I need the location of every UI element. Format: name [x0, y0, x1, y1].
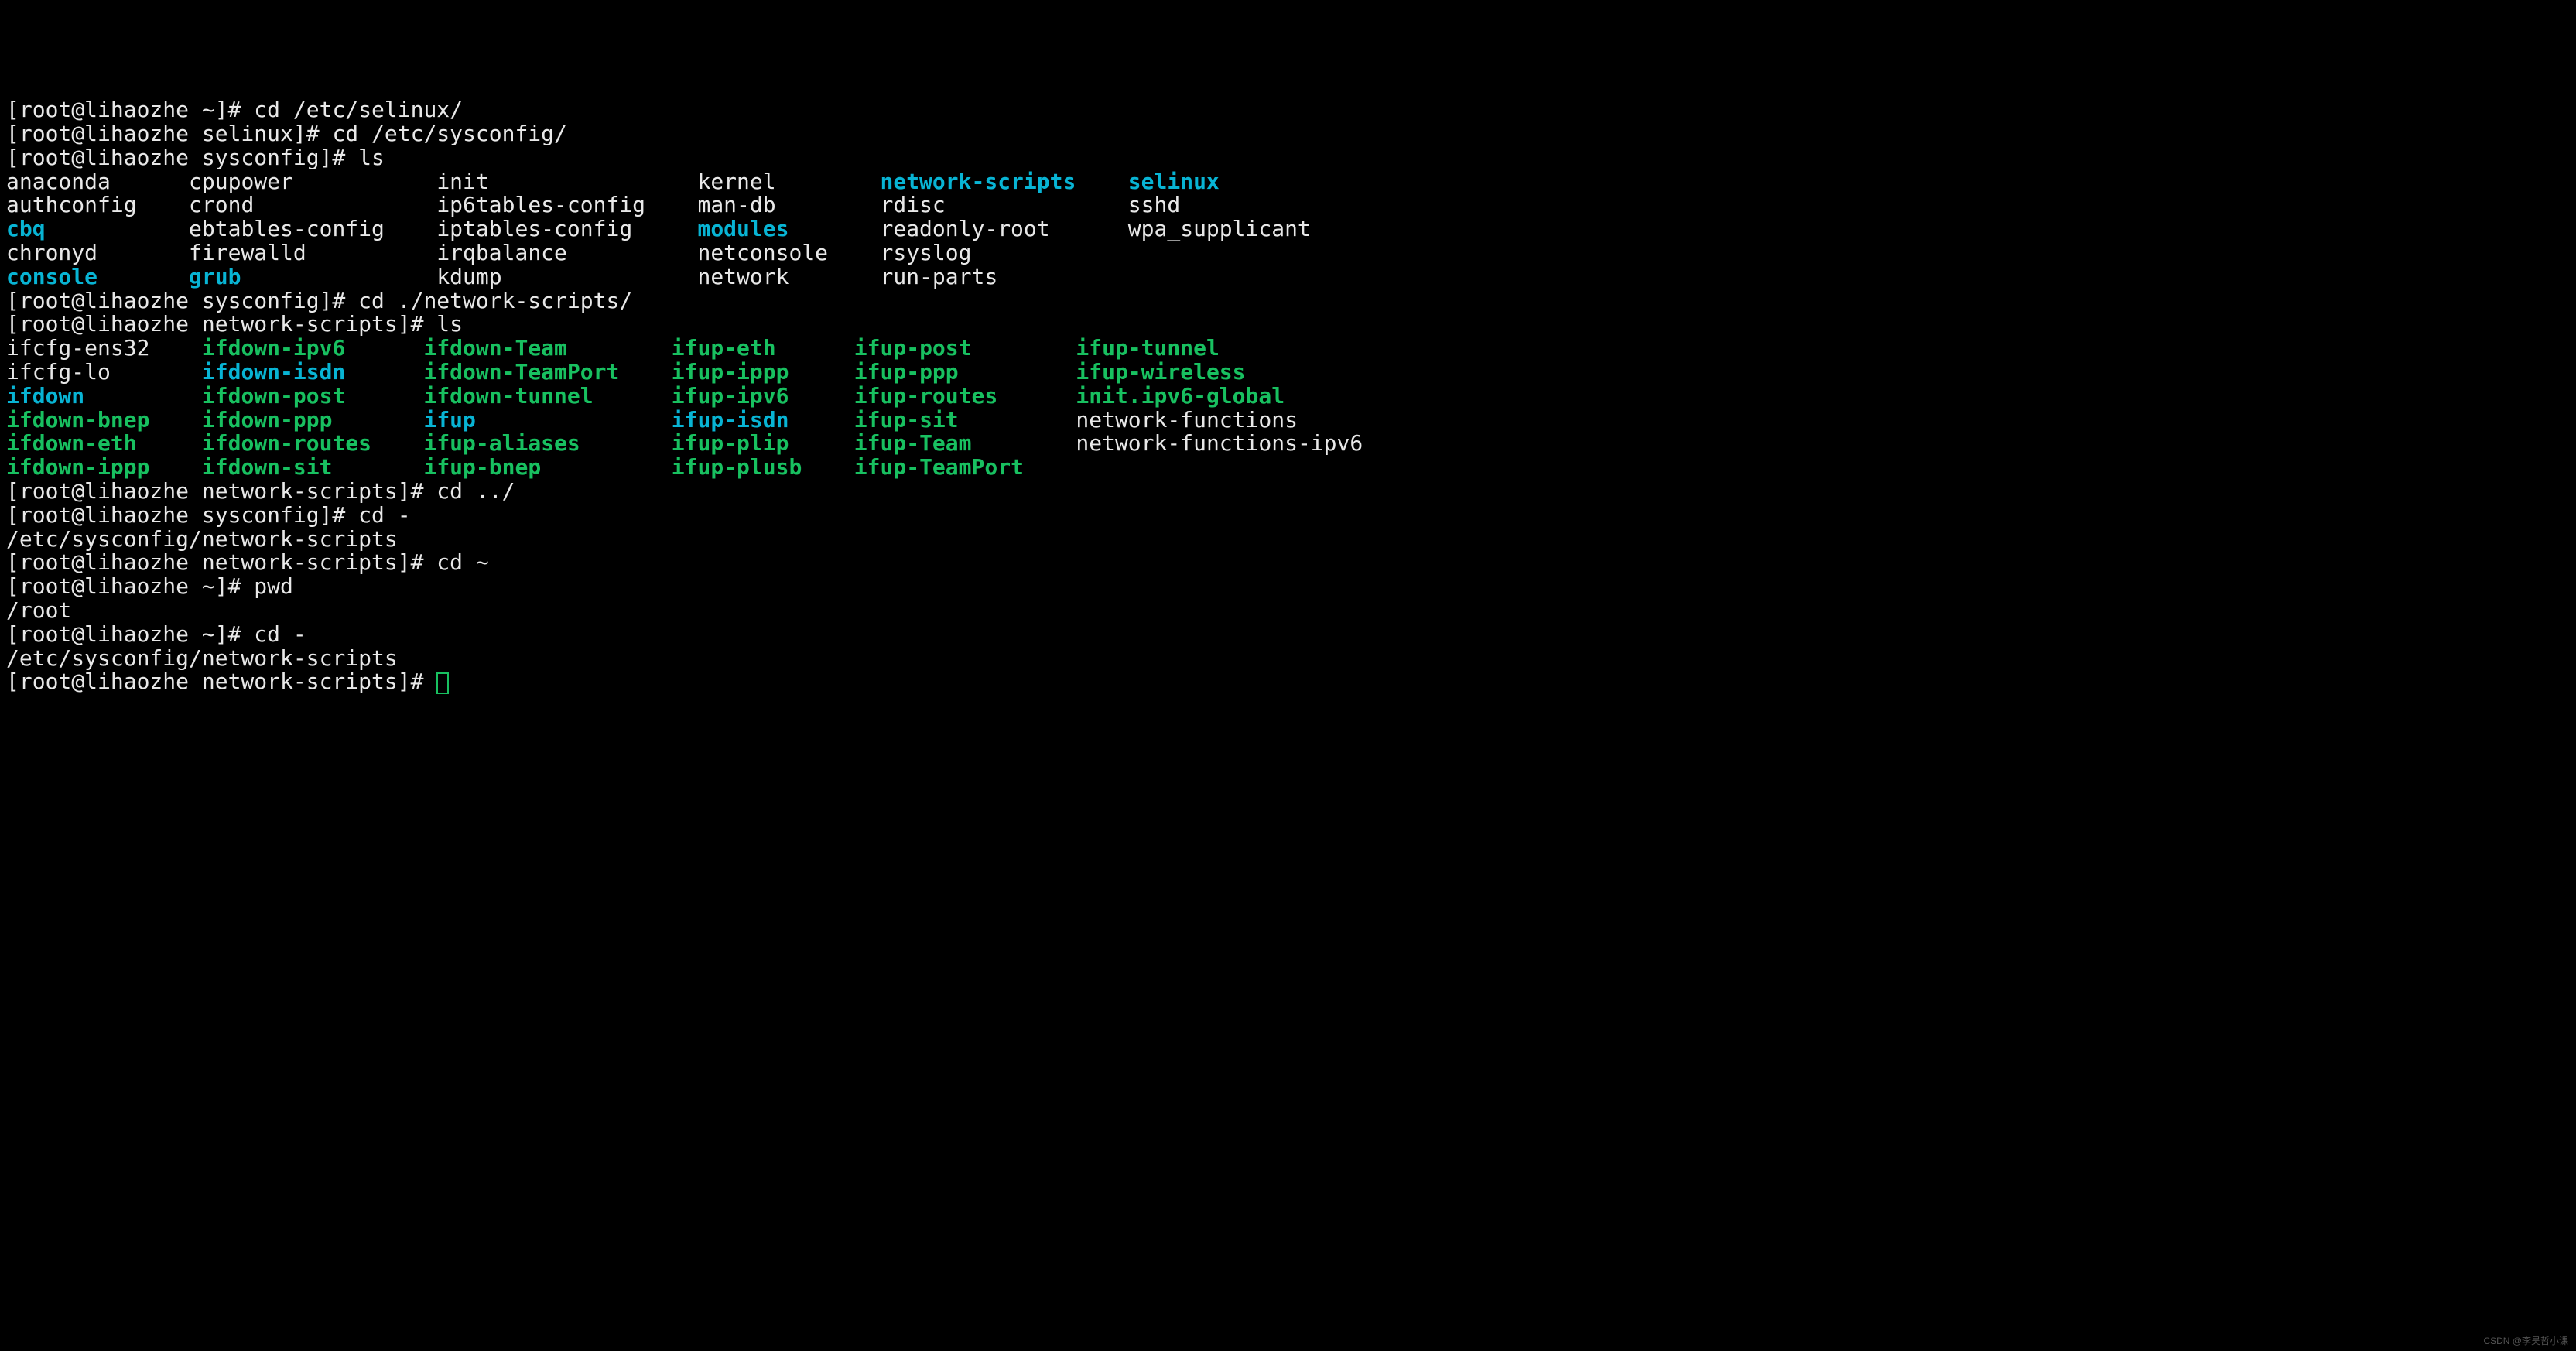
- shell-prompt: [root@lihaozhe network-scripts]#: [6, 669, 436, 694]
- ls-entry: network: [697, 264, 854, 289]
- ls-entry: ifdown-isdn: [202, 359, 398, 385]
- ls-entry: ifdown-ppp: [202, 407, 398, 433]
- ls-entry: network-functions-ipv6: [1076, 430, 1363, 456]
- ls-entry: rdisc: [880, 192, 1102, 217]
- ls-entry: ifcfg-ens32: [6, 335, 176, 361]
- watermark-text: CSDN @李昊哲小课: [2483, 1336, 2568, 1346]
- ls-entry: ifup-ipv6: [672, 383, 828, 409]
- ls-entry: ifup-post: [854, 335, 1050, 361]
- ls-entry: authconfig: [6, 192, 162, 217]
- shell-command: cd ../: [436, 478, 515, 504]
- ls-entry: ifup-bnep: [423, 454, 645, 480]
- shell-prompt: [root@lihaozhe sysconfig]#: [6, 288, 358, 313]
- ls-entry: sshd: [1128, 192, 1180, 217]
- shell-prompt: [root@lihaozhe ~]#: [6, 573, 254, 599]
- terminal-output[interactable]: [root@lihaozhe ~]# cd /etc/selinux/ [roo…: [6, 98, 2570, 694]
- shell-output: /etc/sysconfig/network-scripts: [6, 645, 398, 671]
- ls-entry: ifdown-Team: [423, 335, 645, 361]
- shell-command: cd /etc/sysconfig/: [332, 121, 566, 146]
- ls-entry: readonly-root: [880, 216, 1102, 241]
- ls-entry: kdump: [436, 264, 671, 289]
- ls-entry: modules: [697, 216, 854, 241]
- ls-entry: ifdown-ipv6: [202, 335, 398, 361]
- ls-entry: ifup-tunnel: [1076, 335, 1219, 361]
- ls-entry: ifup-TeamPort: [854, 454, 1050, 480]
- ls-entry: ebtables-config: [189, 216, 411, 241]
- ls-entry: chronyd: [6, 240, 162, 265]
- shell-prompt: [root@lihaozhe network-scripts]#: [6, 311, 436, 337]
- cursor: [436, 672, 448, 694]
- ls-entry: cbq: [6, 216, 162, 241]
- shell-output: /etc/sysconfig/network-scripts: [6, 526, 398, 552]
- ls-entry: kernel: [697, 169, 854, 194]
- ls-entry: ifdown-tunnel: [423, 383, 645, 409]
- ls-entry: network-functions: [1076, 407, 1298, 433]
- ls-entry: ifup-eth: [672, 335, 828, 361]
- ls-entry: iptables-config: [436, 216, 671, 241]
- ls-entry: firewalld: [189, 240, 411, 265]
- ls-entry: cpupower: [189, 169, 411, 194]
- shell-command: ls: [436, 311, 463, 337]
- ls-entry: ifdown: [6, 383, 176, 409]
- shell-output: /root: [6, 597, 71, 623]
- ls-entry: network-scripts: [880, 169, 1102, 194]
- ls-entry: irqbalance: [436, 240, 671, 265]
- ls-entry: netconsole: [697, 240, 854, 265]
- shell-prompt: [root@lihaozhe sysconfig]#: [6, 145, 358, 170]
- ls-entry: run-parts: [880, 264, 1102, 289]
- ls-entry: ifup-ippp: [672, 359, 828, 385]
- shell-prompt: [root@lihaozhe selinux]#: [6, 121, 332, 146]
- ls-entry: selinux: [1128, 169, 1220, 194]
- ls-entry: rsyslog: [880, 240, 1102, 265]
- ls-entry: wpa_supplicant: [1128, 216, 1311, 241]
- ls-entry: ifup-isdn: [672, 407, 828, 433]
- ls-entry: ip6tables-config: [436, 192, 671, 217]
- ls-entry: ifdown-bnep: [6, 407, 176, 433]
- ls-entry: ifdown-ippp: [6, 454, 176, 480]
- ls-entry: ifup-wireless: [1076, 359, 1245, 385]
- ls-entry: ifup: [423, 407, 645, 433]
- shell-prompt: [root@lihaozhe network-scripts]#: [6, 478, 436, 504]
- ls-entry: init.ipv6-global: [1076, 383, 1285, 409]
- ls-entry: ifup-aliases: [423, 430, 645, 456]
- ls-entry: ifup-Team: [854, 430, 1050, 456]
- ls-entry: ifup-routes: [854, 383, 1050, 409]
- ls-entry: grub: [189, 264, 411, 289]
- ls-entry: ifup-plusb: [672, 454, 828, 480]
- ls-entry: ifdown-post: [202, 383, 398, 409]
- ls-entry: init: [436, 169, 671, 194]
- ls-entry: ifcfg-lo: [6, 359, 176, 385]
- ls-entry: ifup-ppp: [854, 359, 1050, 385]
- ls-entry: ifdown-sit: [202, 454, 398, 480]
- shell-command: cd -: [358, 502, 410, 528]
- ls-entry: crond: [189, 192, 411, 217]
- shell-command: cd -: [254, 621, 306, 647]
- shell-prompt: [root@lihaozhe network-scripts]#: [6, 549, 436, 575]
- shell-prompt: [root@lihaozhe ~]#: [6, 97, 254, 122]
- ls-entry: ifdown-eth: [6, 430, 176, 456]
- ls-entry: ifup-plip: [672, 430, 828, 456]
- ls-entry: ifup-sit: [854, 407, 1050, 433]
- ls-entry: ifdown-routes: [202, 430, 398, 456]
- ls-entry: anaconda: [6, 169, 162, 194]
- shell-prompt: [root@lihaozhe ~]#: [6, 621, 254, 647]
- shell-command: ls: [358, 145, 385, 170]
- ls-entry: ifdown-TeamPort: [423, 359, 645, 385]
- shell-prompt: [root@lihaozhe sysconfig]#: [6, 502, 358, 528]
- shell-command: cd ~: [436, 549, 488, 575]
- ls-entry: man-db: [697, 192, 854, 217]
- shell-command: cd /etc/selinux/: [254, 97, 463, 122]
- ls-entry: console: [6, 264, 162, 289]
- shell-command: pwd: [254, 573, 293, 599]
- shell-command: cd ./network-scripts/: [358, 288, 632, 313]
